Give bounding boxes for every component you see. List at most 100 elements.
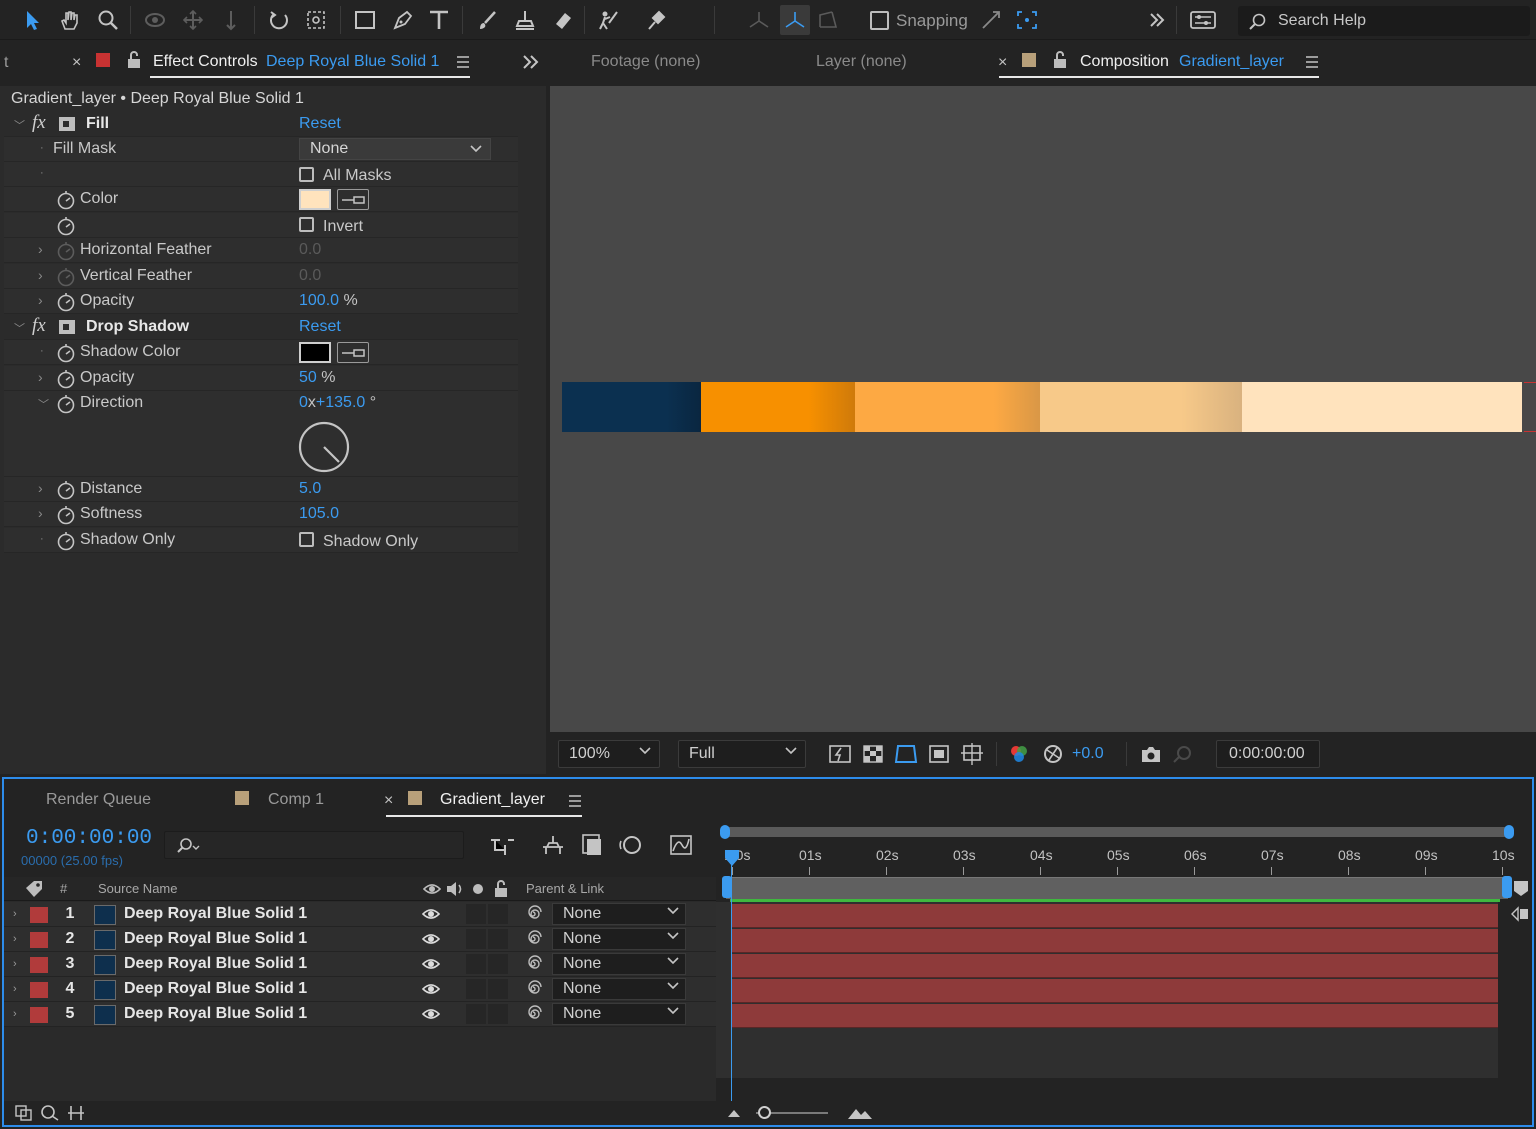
chevron-right-icon[interactable]: ›	[13, 1008, 17, 1020]
zoom-out-mountain-icon[interactable]	[726, 1107, 742, 1119]
chevron-right-icon[interactable]: ›	[13, 908, 17, 920]
toggle-in-out-icon[interactable]	[66, 1104, 86, 1122]
direction-dial[interactable]	[297, 420, 351, 474]
dolly-camera-icon[interactable]	[216, 5, 246, 35]
lock-toggle[interactable]	[488, 904, 508, 924]
lock-toggle[interactable]	[488, 1004, 508, 1024]
layer-name[interactable]: Deep Royal Blue Solid 1	[124, 930, 307, 948]
comp-marker-bin-icon[interactable]	[1512, 879, 1530, 897]
chevron-right-icon[interactable]: ›	[38, 480, 43, 496]
eyedropper-button[interactable]	[337, 342, 369, 363]
fill-reset-link[interactable]: Reset	[299, 115, 341, 133]
grid-guides-icon[interactable]	[960, 742, 984, 766]
visibility-eye-icon[interactable]	[422, 907, 440, 921]
mask-visibility-icon[interactable]	[894, 743, 918, 765]
region-of-interest-icon[interactable]	[928, 744, 950, 764]
visibility-eye-icon[interactable]	[422, 957, 440, 971]
composition-tab-title[interactable]: Composition	[1080, 53, 1169, 71]
channel-rgb-icon[interactable]	[1008, 744, 1030, 764]
chevron-right-icon[interactable]: ›	[38, 292, 43, 308]
zoom-dropdown[interactable]: 100%	[558, 740, 660, 768]
local-axis-mode-icon[interactable]	[744, 5, 774, 35]
frame-blending-icon[interactable]	[580, 832, 604, 858]
stopwatch-icon[interactable]	[56, 531, 76, 551]
selection-tool-icon[interactable]	[18, 5, 48, 35]
effect-controls-tab-layer[interactable]: Deep Royal Blue Solid 1	[266, 53, 439, 71]
stopwatch-icon[interactable]	[56, 343, 76, 363]
hand-tool-icon[interactable]	[55, 5, 85, 35]
snapshot-camera-icon[interactable]	[1140, 744, 1162, 764]
clone-stamp-tool-icon[interactable]	[510, 5, 540, 35]
chevron-right-icon[interactable]: ›	[13, 933, 17, 945]
softness-value[interactable]: 105.0	[299, 505, 339, 523]
left-tab-stub[interactable]: t	[4, 54, 8, 72]
direction-revolutions[interactable]: 0	[299, 394, 308, 411]
layer-duration-bar[interactable]	[732, 929, 1498, 953]
parent-dropdown[interactable]: None	[552, 953, 686, 975]
panel-menu-icon[interactable]	[456, 56, 470, 68]
layer-name[interactable]: Deep Royal Blue Solid 1	[124, 905, 307, 923]
playhead-marker-icon[interactable]	[724, 849, 740, 867]
video-eye-icon[interactable]	[423, 882, 441, 896]
solo-toggle[interactable]	[466, 904, 486, 924]
parent-dropdown[interactable]: None	[552, 978, 686, 1000]
audio-speaker-icon[interactable]	[445, 881, 465, 897]
visibility-eye-icon[interactable]	[422, 1007, 440, 1021]
view-axis-mode-icon[interactable]	[813, 5, 843, 35]
solo-toggle[interactable]	[466, 929, 486, 949]
graph-editor-icon[interactable]	[668, 833, 694, 857]
stopwatch-icon[interactable]	[56, 394, 76, 414]
visibility-eye-icon[interactable]	[422, 932, 440, 946]
solo-toggle[interactable]	[466, 954, 486, 974]
parent-dropdown[interactable]: None	[552, 1003, 686, 1025]
lock-icon[interactable]	[1052, 51, 1068, 69]
stopwatch-icon[interactable]	[56, 216, 76, 236]
invert-checkbox[interactable]	[299, 217, 314, 232]
roto-brush-tool-icon[interactable]	[594, 5, 624, 35]
layer-duration-bar[interactable]	[732, 954, 1498, 978]
chevron-right-icon[interactable]: ›	[38, 505, 43, 521]
comp-1-tab[interactable]: Comp 1	[268, 791, 324, 809]
source-name-column-header[interactable]: Source Name	[98, 881, 177, 896]
drop-shadow-reset-link[interactable]: Reset	[299, 318, 341, 336]
comp-button-icon[interactable]	[1510, 905, 1532, 923]
composition-mini-flowchart-icon[interactable]	[488, 834, 516, 858]
layer-label-swatch[interactable]	[30, 907, 48, 923]
zoom-slider-handle[interactable]	[758, 1106, 771, 1119]
pan-camera-icon[interactable]	[178, 5, 208, 35]
close-tab-icon[interactable]: ×	[384, 792, 393, 810]
puppet-pin-tool-icon[interactable]	[641, 5, 671, 35]
resolution-dropdown[interactable]: Full	[678, 740, 806, 768]
stopwatch-icon[interactable]	[56, 480, 76, 500]
motion-blur-icon[interactable]	[618, 833, 644, 857]
chevron-right-icon[interactable]: ›	[38, 369, 43, 385]
fx-icon[interactable]: fx	[32, 315, 46, 337]
distance-value[interactable]: 5.0	[299, 480, 321, 498]
snap-edges-icon[interactable]	[976, 5, 1006, 35]
expand-twirl-icon[interactable]: ﹀	[38, 396, 49, 412]
shadow-opacity-field[interactable]: 50 %	[299, 369, 335, 387]
orbit-camera-icon[interactable]	[140, 5, 170, 35]
layer-row[interactable]: › 4 Deep Royal Blue Solid 1 None	[4, 977, 716, 1002]
toggle-modes-icon[interactable]	[40, 1104, 60, 1122]
search-help-field[interactable]: Search Help	[1238, 6, 1530, 36]
visibility-eye-icon[interactable]	[422, 982, 440, 996]
direction-degrees[interactable]: +135.0	[316, 394, 365, 411]
work-area-bar[interactable]	[722, 876, 1512, 899]
panel-menu-icon[interactable]	[1305, 56, 1319, 68]
panel-overflow-icon[interactable]	[522, 54, 540, 70]
layer-duration-bar[interactable]	[732, 1004, 1498, 1028]
pick-whip-icon[interactable]	[524, 980, 542, 998]
drop-shadow-effect-header[interactable]: ﹀ fx Drop Shadow Reset	[4, 315, 518, 340]
fill-opacity-field[interactable]: 100.0 %	[299, 292, 358, 310]
stopwatch-icon[interactable]	[56, 505, 76, 525]
gradient-layer-tab[interactable]: Gradient_layer	[440, 791, 545, 809]
render-queue-tab[interactable]: Render Queue	[46, 791, 151, 809]
parent-dropdown[interactable]: None	[552, 928, 686, 950]
gradient-layer-preview[interactable]	[562, 382, 1522, 432]
layer-duration-bar[interactable]	[732, 904, 1498, 928]
stopwatch-icon[interactable]	[56, 190, 76, 210]
pick-whip-icon[interactable]	[524, 1005, 542, 1023]
fill-color-swatch[interactable]	[299, 189, 331, 210]
layer-label-swatch[interactable]	[30, 1007, 48, 1023]
